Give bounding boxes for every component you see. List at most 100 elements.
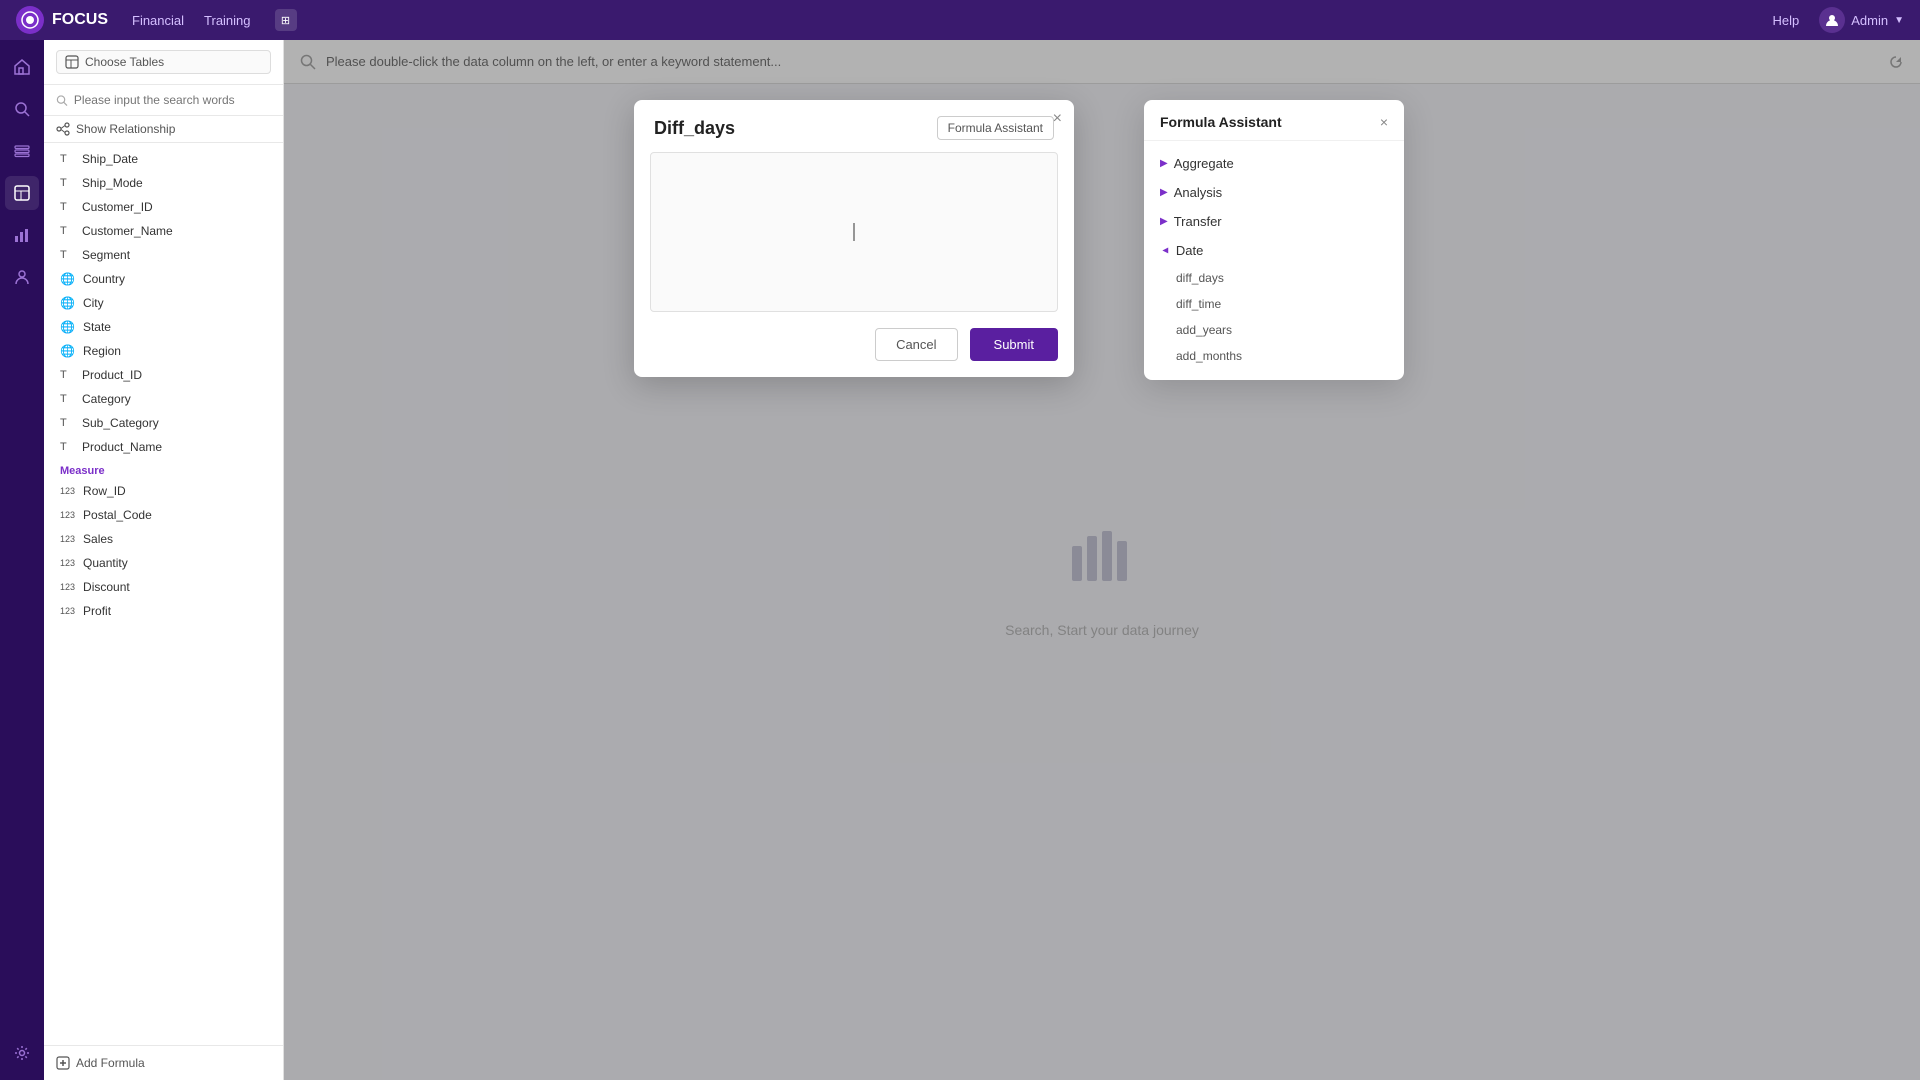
list-item[interactable]: T Product_ID bbox=[44, 363, 283, 387]
category-label: Analysis bbox=[1174, 185, 1222, 200]
nav-financial[interactable]: Financial bbox=[132, 9, 184, 32]
formula-item-add-years[interactable]: add_years bbox=[1144, 317, 1404, 343]
formula-item-diff-time[interactable]: diff_time bbox=[1144, 291, 1404, 317]
tab-icon[interactable]: ⊞ bbox=[275, 9, 297, 31]
sidebar-icon-search[interactable] bbox=[5, 92, 39, 126]
help-link[interactable]: Help bbox=[1772, 13, 1799, 28]
diff-modal-header: Diff_days Formula Assistant bbox=[634, 100, 1074, 152]
list-item[interactable]: 123 Quantity bbox=[44, 551, 283, 575]
list-item[interactable]: 123 Discount bbox=[44, 575, 283, 599]
data-list: T Ship_Date T Ship_Mode T Customer_ID T … bbox=[44, 143, 283, 1045]
main-layout: Choose Tables Show Relationship T Sh bbox=[0, 40, 1920, 1080]
item-label: Quantity bbox=[83, 556, 128, 570]
type-icon-globe: 🌐 bbox=[60, 320, 75, 334]
type-icon-text: T bbox=[60, 417, 74, 429]
item-label: Category bbox=[82, 392, 131, 406]
arrow-expanded-icon: ▼ bbox=[1159, 246, 1170, 256]
type-icon-text: T bbox=[60, 441, 74, 453]
list-item[interactable]: 123 Postal_Code bbox=[44, 503, 283, 527]
type-icon-globe: 🌐 bbox=[60, 272, 75, 286]
list-item[interactable]: T Category bbox=[44, 387, 283, 411]
list-item[interactable]: 🌐 Region bbox=[44, 339, 283, 363]
item-label: Region bbox=[83, 344, 121, 358]
measure-section-label: Measure bbox=[44, 459, 283, 479]
type-icon-num: 123 bbox=[60, 582, 75, 592]
add-formula-button[interactable]: Add Formula bbox=[56, 1056, 271, 1070]
submit-button[interactable]: Submit bbox=[970, 328, 1058, 361]
sidebar-icon-home[interactable] bbox=[5, 50, 39, 84]
nav-menu: Financial Training bbox=[132, 9, 251, 32]
list-item[interactable]: T Customer_ID bbox=[44, 195, 283, 219]
type-icon-globe: 🌐 bbox=[60, 296, 75, 310]
choose-tables-button[interactable]: Choose Tables bbox=[56, 50, 271, 74]
item-label: Segment bbox=[82, 248, 130, 262]
item-label: Sales bbox=[83, 532, 113, 546]
list-item[interactable]: T Segment bbox=[44, 243, 283, 267]
category-analysis[interactable]: ▶ Analysis bbox=[1144, 178, 1404, 207]
category-transfer[interactable]: ▶ Transfer bbox=[1144, 207, 1404, 236]
sidebar-header: Choose Tables bbox=[44, 40, 283, 85]
list-item[interactable]: 123 Row_ID bbox=[44, 479, 283, 503]
item-label: Product_Name bbox=[82, 440, 162, 454]
sidebar-search-icon bbox=[56, 94, 68, 107]
formula-item-diff-days[interactable]: diff_days bbox=[1144, 265, 1404, 291]
nav-training[interactable]: Training bbox=[204, 9, 250, 32]
sidebar-search-input[interactable] bbox=[74, 93, 271, 107]
type-icon-text: T bbox=[60, 249, 74, 261]
list-item[interactable]: 🌐 State bbox=[44, 315, 283, 339]
item-label: Ship_Mode bbox=[82, 176, 143, 190]
diff-modal-close-button[interactable]: × bbox=[1053, 110, 1062, 128]
formula-editor[interactable] bbox=[650, 152, 1058, 312]
sidebar-icon-data[interactable] bbox=[5, 134, 39, 168]
user-avatar bbox=[1819, 7, 1845, 33]
logo-icon bbox=[16, 6, 44, 34]
app-logo[interactable]: FOCUS bbox=[16, 6, 108, 34]
formula-category-list: ▶ Aggregate ▶ Analysis ▶ Transfer ▼ Date bbox=[1144, 141, 1404, 377]
diff-modal-footer: Cancel Submit bbox=[634, 312, 1074, 377]
list-item[interactable]: T Sub_Category bbox=[44, 411, 283, 435]
arrow-icon: ▶ bbox=[1160, 216, 1168, 227]
list-item[interactable]: 🌐 City bbox=[44, 291, 283, 315]
formula-item-label: diff_time bbox=[1176, 297, 1221, 311]
type-icon-text: T bbox=[60, 153, 74, 165]
app-name: FOCUS bbox=[52, 11, 108, 29]
list-item[interactable]: T Ship_Mode bbox=[44, 171, 283, 195]
navbar-right: Help Admin ▼ bbox=[1772, 7, 1904, 33]
navbar: FOCUS Financial Training ⊞ Help Admin ▼ bbox=[0, 0, 1920, 40]
formula-panel-close-button[interactable]: × bbox=[1380, 114, 1388, 130]
cancel-button[interactable]: Cancel bbox=[875, 328, 957, 361]
list-item[interactable]: 123 Profit bbox=[44, 599, 283, 623]
type-icon-num: 123 bbox=[60, 534, 75, 544]
list-item[interactable]: T Product_Name bbox=[44, 435, 283, 459]
formula-assistant-button[interactable]: Formula Assistant bbox=[937, 116, 1054, 140]
add-formula-label: Add Formula bbox=[76, 1056, 145, 1070]
list-item[interactable]: T Customer_Name bbox=[44, 219, 283, 243]
sidebar-search bbox=[44, 85, 283, 116]
user-chevron: ▼ bbox=[1894, 15, 1904, 26]
user-menu[interactable]: Admin ▼ bbox=[1819, 7, 1904, 33]
item-label: Row_ID bbox=[83, 484, 126, 498]
category-aggregate[interactable]: ▶ Aggregate bbox=[1144, 149, 1404, 178]
item-label: Discount bbox=[83, 580, 130, 594]
show-relationship-btn[interactable]: Show Relationship bbox=[44, 116, 283, 143]
list-item[interactable]: 123 Sales bbox=[44, 527, 283, 551]
item-label: Ship_Date bbox=[82, 152, 138, 166]
type-icon-text: T bbox=[60, 225, 74, 237]
sidebar-icon-people[interactable] bbox=[5, 260, 39, 294]
list-item[interactable]: T Ship_Date bbox=[44, 147, 283, 171]
icon-sidebar bbox=[0, 40, 44, 1080]
formula-panel-header: Formula Assistant × bbox=[1144, 100, 1404, 141]
formula-item-label: add_years bbox=[1176, 323, 1232, 337]
diff-modal-title: Diff_days bbox=[654, 118, 735, 139]
sidebar-icon-settings[interactable] bbox=[5, 1036, 39, 1070]
category-label: Transfer bbox=[1174, 214, 1222, 229]
item-label: Country bbox=[83, 272, 125, 286]
sidebar-icon-table[interactable] bbox=[5, 176, 39, 210]
list-item[interactable]: 🌐 Country bbox=[44, 267, 283, 291]
sidebar-footer: Add Formula bbox=[44, 1045, 283, 1080]
item-label: City bbox=[83, 296, 104, 310]
item-label: Product_ID bbox=[82, 368, 142, 382]
formula-item-add-months[interactable]: add_months bbox=[1144, 343, 1404, 369]
sidebar-icon-chart[interactable] bbox=[5, 218, 39, 252]
category-date[interactable]: ▼ Date bbox=[1144, 236, 1404, 265]
